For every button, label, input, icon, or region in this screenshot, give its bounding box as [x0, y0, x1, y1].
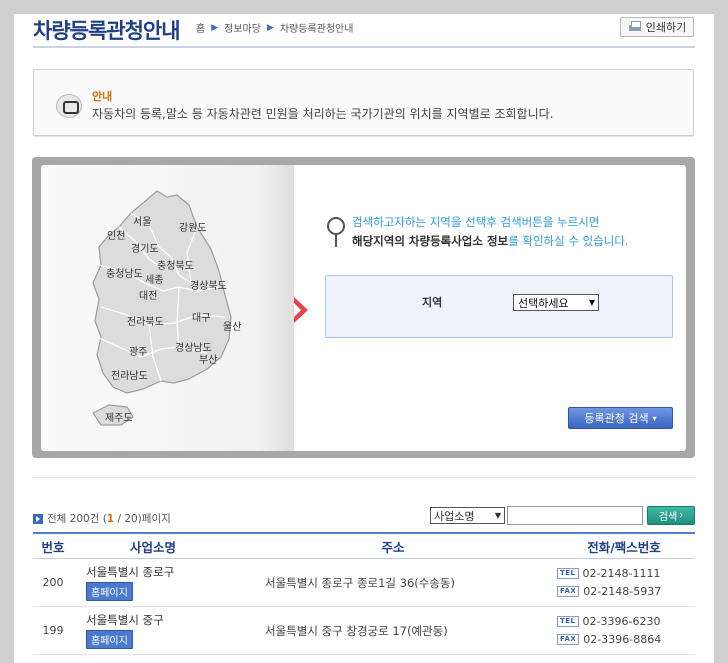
- region-jeonbuk[interactable]: 전라북도: [127, 313, 164, 328]
- region-daejeon[interactable]: 대전: [139, 287, 157, 302]
- tel-number: 02-3396-6230: [582, 615, 661, 628]
- guide-text-rest: 를 확인하실 수 있습니다.: [508, 234, 629, 248]
- region-seoul[interactable]: 서울: [133, 213, 151, 228]
- korea-map[interactable]: [79, 187, 254, 432]
- guide-text-line1: 검색하고자하는 지역을 선택후 검색버튼을 누르시면: [352, 215, 600, 229]
- chevron-right-icon: ›: [679, 510, 684, 521]
- total-suffix: / 20)페이지: [114, 513, 171, 525]
- office-search-label: 등록관청 검색: [584, 412, 649, 425]
- region-search-panel: 서울 인천 강원도 경기도 충청북도 충청남도 세종 경상북도 대전 전라북도 …: [32, 157, 695, 458]
- region-chungbuk[interactable]: 충청북도: [157, 257, 194, 272]
- homepage-button[interactable]: 홈페이지: [86, 630, 133, 649]
- region-jeonnam[interactable]: 전라남도: [111, 367, 148, 382]
- panel-inner: 서울 인천 강원도 경기도 충청북도 충청남도 세종 경상북도 대전 전라북도 …: [41, 165, 686, 451]
- office-address: 서울특별시 중구 창경궁로 17(예관동): [265, 623, 448, 638]
- search-field-select[interactable]: 사업소명 ▼: [430, 507, 505, 524]
- notice-text: 자동차의 등록,말소 등 자동차관련 민원을 처리하는 국가기관의 위치를 지역…: [92, 107, 554, 121]
- region-select-value: 선택하세요: [518, 296, 569, 310]
- page-title: 차량등록관청안내: [33, 19, 181, 43]
- region-gyeongbuk[interactable]: 경상북도: [190, 277, 227, 292]
- speech-bubble-icon: [56, 94, 82, 118]
- bullet-arrow-icon: [33, 513, 43, 524]
- total-prefix: 전체 200건 (: [47, 513, 107, 525]
- fax-number: 02-3396-8864: [583, 633, 662, 646]
- list-search-button[interactable]: 검색 ›: [647, 506, 695, 525]
- search-field-value: 사업소명: [434, 509, 475, 523]
- region-label: 지역: [422, 296, 443, 309]
- region-gangwon[interactable]: 강원도: [179, 219, 207, 234]
- region-gyeonggi[interactable]: 경기도: [131, 240, 159, 255]
- homepage-button[interactable]: 홈페이지: [86, 582, 133, 601]
- region-jeju[interactable]: 제주도: [105, 409, 133, 424]
- tel-icon: TEL: [557, 616, 579, 627]
- chevron-down-icon: ▼: [588, 298, 595, 307]
- notice-heading: 안내: [92, 90, 113, 103]
- list-divider: [33, 477, 695, 478]
- office-address: 서울특별시 종로구 종로1길 36(수송동): [265, 575, 456, 590]
- tel-number: 02-2148-1111: [582, 567, 661, 580]
- fax-number: 02-2148-5937: [583, 585, 662, 598]
- breadcrumb-home[interactable]: 홈: [196, 20, 205, 35]
- region-search-box: 지역 선택하세요 ▼: [325, 275, 673, 338]
- col-header-address: 주소: [381, 539, 405, 555]
- row-num: 199: [42, 624, 64, 637]
- table-row: 199 서울특별시 중구 홈페이지 서울특별시 중구 창경궁로 17(예관동) …: [33, 607, 695, 655]
- list-search-label: 검색: [658, 512, 678, 523]
- breadcrumb: 홈 ▶ 정보마당 ▶ 차량등록관청안내: [196, 20, 354, 36]
- row-num: 200: [42, 576, 64, 589]
- region-daegu[interactable]: 대구: [192, 309, 210, 324]
- office-table: 번호 사업소명 주소 전화/팩스번호 200 서울특별시 종로구 홈페이지 서울…: [33, 532, 695, 655]
- arrow-right-icon: [294, 297, 308, 323]
- office-name: 서울특별시 종로구: [86, 565, 175, 579]
- result-count: 전체 200건 (1 / 20)페이지: [33, 511, 171, 526]
- current-page: 1: [106, 513, 115, 525]
- fax-icon: FAX: [557, 634, 580, 645]
- table-row: 200 서울특별시 종로구 홈페이지 서울특별시 종로구 종로1길 36(수송동…: [33, 559, 695, 607]
- keyword-input[interactable]: [507, 506, 643, 525]
- tel-icon: TEL: [557, 568, 579, 579]
- office-search-button[interactable]: 등록관청 검색 ▾: [568, 407, 673, 429]
- col-header-num: 번호: [41, 539, 65, 555]
- guide-text-line2: 해당지역의 차량등록사업소 정보를 확인하실 수 있습니다.: [352, 233, 629, 249]
- breadcrumb-current: 차량등록관청안내: [279, 24, 354, 35]
- fax-icon: FAX: [557, 586, 580, 597]
- region-ulsan[interactable]: 울산: [223, 318, 241, 333]
- map-page: 서울 인천 강원도 경기도 충청북도 충청남도 세종 경상북도 대전 전라북도 …: [41, 165, 294, 451]
- print-button[interactable]: 인쇄하기: [620, 17, 694, 37]
- header-divider: [33, 46, 695, 48]
- region-chungnam[interactable]: 충청남도: [106, 265, 143, 280]
- office-name: 서울특별시 중구: [86, 613, 164, 627]
- page: 차량등록관청안내 홈 ▶ 정보마당 ▶ 차량등록관청안내 인쇄하기 안내 자동차…: [14, 14, 714, 663]
- region-sejong[interactable]: 세종: [145, 271, 163, 286]
- magnifier-icon: [327, 217, 345, 247]
- col-header-name: 사업소명: [129, 539, 176, 555]
- breadcrumb-info[interactable]: 정보마당: [224, 20, 261, 35]
- print-label: 인쇄하기: [645, 21, 687, 34]
- table-header: 번호 사업소명 주소 전화/팩스번호: [33, 532, 695, 559]
- printer-icon: [628, 21, 642, 33]
- guide-text-bold: 해당지역의 차량등록사업소 정보: [352, 234, 509, 248]
- region-select[interactable]: 선택하세요 ▼: [513, 294, 599, 311]
- chevron-right-icon: ▶: [211, 22, 219, 33]
- region-incheon[interactable]: 인천: [107, 227, 125, 242]
- notice-box: 안내 자동차의 등록,말소 등 자동차관련 민원을 처리하는 국가기관의 위치를…: [33, 69, 694, 136]
- chevron-down-icon: ▼: [494, 511, 501, 520]
- region-busan[interactable]: 부산: [199, 351, 217, 366]
- chevron-right-icon: ▶: [266, 22, 274, 33]
- col-header-phone: 전화/팩스번호: [587, 539, 661, 555]
- chevron-down-icon: ▾: [652, 413, 657, 423]
- region-gwangju[interactable]: 광주: [129, 343, 147, 358]
